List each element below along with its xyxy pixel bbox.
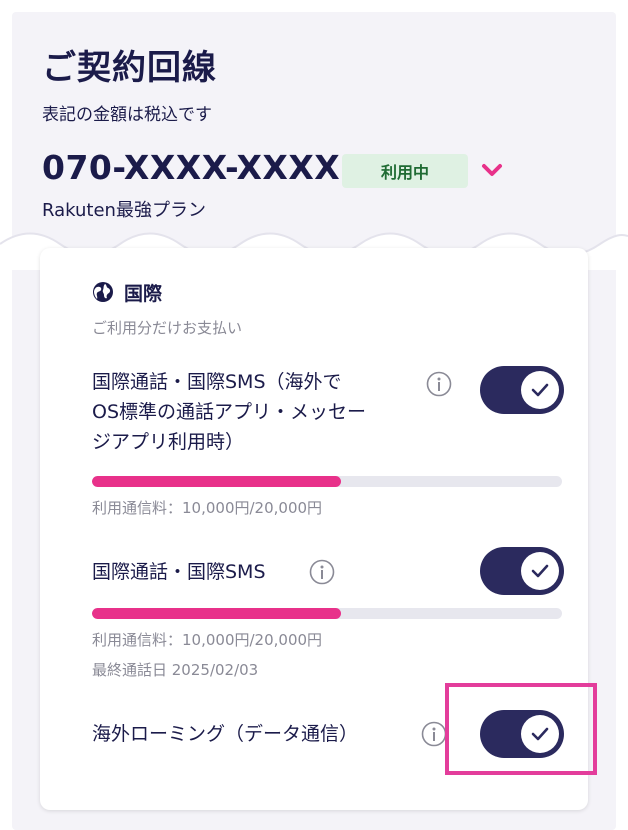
- section-description: ご利用分だけお支払い: [92, 319, 243, 337]
- page-title: ご契約回線: [42, 48, 217, 88]
- info-icon[interactable]: [421, 721, 447, 747]
- toggle-intl-call-os[interactable]: [480, 366, 564, 414]
- label-line: ジアプリ利用時）: [92, 431, 245, 453]
- section-title: 国際: [124, 283, 163, 305]
- toggle-intl-call[interactable]: [480, 547, 564, 595]
- usage-progress-fill: [92, 608, 342, 619]
- item-label-roaming: 海外ローミング（データ通信）: [92, 723, 359, 745]
- check-icon: [521, 552, 559, 590]
- plan-name: Rakuten最強プラン: [42, 200, 206, 221]
- check-icon: [521, 371, 559, 409]
- status-badge: 利用中: [342, 154, 468, 188]
- item-label-intl-call-os: 国際通話・国際SMS（海外で OS標準の通話アプリ・メッセー ジアプリ利用時）: [92, 367, 366, 457]
- label-line: OS標準の通話アプリ・メッセー: [92, 401, 367, 423]
- info-icon[interactable]: [309, 559, 335, 585]
- usage-progress-bar: [92, 476, 562, 487]
- globe-icon: [93, 282, 113, 302]
- last-call-date: 最終通話日 2025/02/03: [92, 661, 259, 679]
- info-icon[interactable]: [426, 371, 452, 397]
- usage-text: 利用通信料：10,000円/20,000円: [92, 631, 323, 649]
- usage-progress-fill: [92, 476, 342, 487]
- tax-note: 表記の金額は税込です: [42, 105, 212, 125]
- phone-number: 070-XXXX-XXXX: [42, 148, 341, 187]
- item-label-intl-call: 国際通話・国際SMS: [92, 561, 266, 583]
- usage-text: 利用通信料：10,000円/20,000円: [92, 499, 323, 517]
- usage-progress-bar: [92, 608, 562, 619]
- highlight-box: [445, 683, 597, 775]
- chevron-down-icon[interactable]: [478, 158, 506, 182]
- label-line: 国際通話・国際SMS（海外で: [92, 371, 342, 393]
